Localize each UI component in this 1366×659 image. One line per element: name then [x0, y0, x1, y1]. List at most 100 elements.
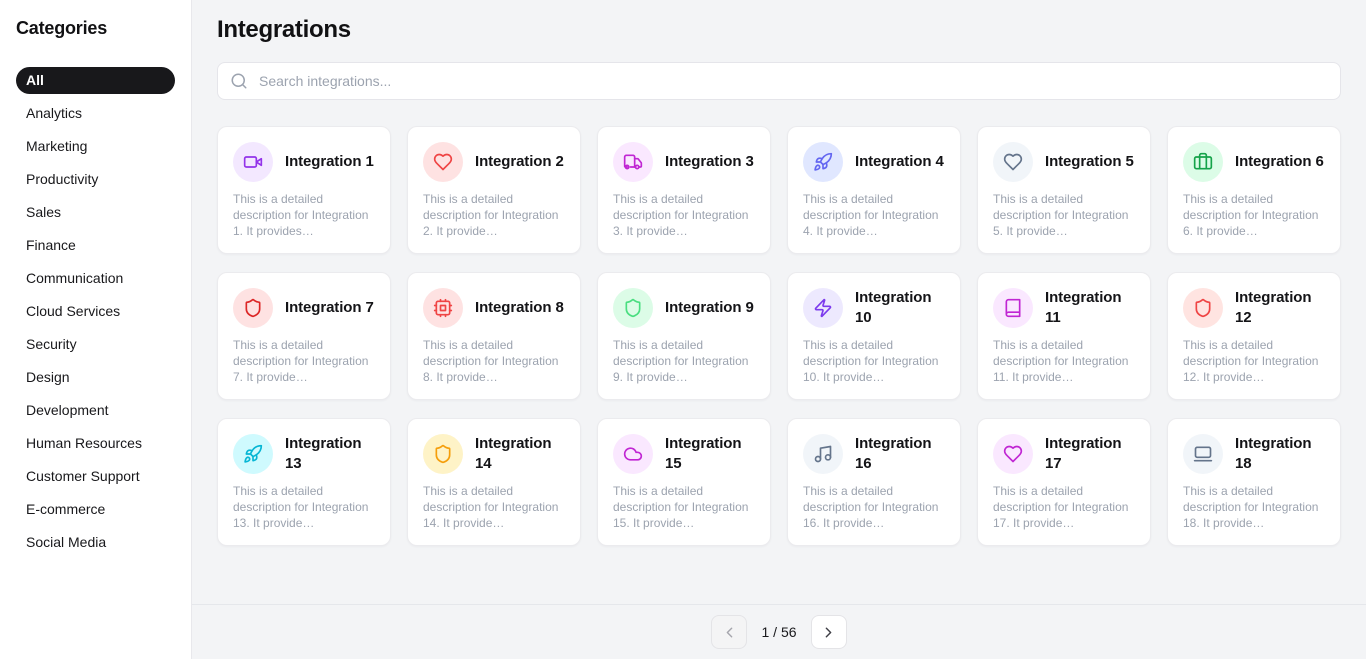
- shield-icon: [233, 288, 273, 328]
- integration-card[interactable]: Integration 4This is a detailed descript…: [787, 126, 961, 254]
- sidebar-item-finance[interactable]: Finance: [16, 232, 175, 259]
- chevron-left-icon: [721, 624, 738, 641]
- sidebar-item-marketing[interactable]: Marketing: [16, 133, 175, 160]
- integration-card[interactable]: Integration 10 This is a detailed descrip…: [787, 272, 961, 400]
- integration-description: This is a detailed description for Integ…: [993, 191, 1135, 239]
- integration-card[interactable]: Integration 11 This is a detailed descrip…: [977, 272, 1151, 400]
- category-list: All Analytics Marketing Productivity Sales Fi…: [16, 67, 175, 556]
- cpu-icon: [423, 288, 463, 328]
- truck-icon: [613, 142, 653, 182]
- pagination: 1 / 56: [192, 604, 1366, 659]
- integration-title: Integration 1: [285, 152, 374, 172]
- integration-title: Integration 11: [1045, 288, 1135, 328]
- sidebar-item-e-commerce[interactable]: E-commerce: [16, 496, 175, 523]
- card-header: Integration 15: [613, 434, 755, 474]
- integration-title: Integration 12: [1235, 288, 1325, 328]
- integration-title: Integration 10: [855, 288, 945, 328]
- search-icon: [230, 72, 248, 90]
- previous-page-button[interactable]: [711, 615, 747, 649]
- card-header: Integration 1: [233, 142, 375, 182]
- integration-card[interactable]: Integration 9This is a detailed descript…: [597, 272, 771, 400]
- rocket-icon: [803, 142, 843, 182]
- card-header: Integration 16: [803, 434, 945, 474]
- integration-card[interactable]: Integration 3 This is a detailed descript…: [597, 126, 771, 254]
- integration-description: This is a detailed description for Integ…: [233, 483, 375, 531]
- integration-description: This is a detailed description for Integ…: [803, 483, 945, 531]
- integration-card[interactable]: Integration 1This is a detailed descript…: [217, 126, 391, 254]
- integration-description: This is a detailed description for Integ…: [423, 191, 565, 239]
- main-content: Integrations Integration 1This is a deta…: [192, 0, 1366, 659]
- card-header: Integration 8: [423, 288, 565, 328]
- sidebar-item-social-media[interactable]: Social Media: [16, 529, 175, 556]
- integration-description: This is a detailed description for Integ…: [1183, 483, 1325, 531]
- card-header: Integration 2: [423, 142, 565, 182]
- chevron-right-icon: [820, 624, 837, 641]
- integration-title: Integration 3: [665, 152, 754, 172]
- integration-card[interactable]: Integration 7 This is a detailed descript…: [217, 272, 391, 400]
- app-window: Categories AllAnalyticsMarketingProducti…: [0, 0, 1366, 659]
- card-header: Integration 7: [233, 288, 375, 328]
- sidebar-item-sales[interactable]: Sales: [16, 199, 175, 226]
- music-icon: [803, 434, 843, 474]
- card-header: Integration 10: [803, 288, 945, 328]
- sidebar-item-security[interactable]: Security: [16, 331, 175, 358]
- card-header: Integration 18: [1183, 434, 1325, 474]
- integration-description: This is a detailed description for Integ…: [613, 483, 755, 531]
- page-title: Integrations: [217, 16, 1341, 44]
- card-header: Integration 4: [803, 142, 945, 182]
- integration-card[interactable]: Integration 6 This is a detailed descript…: [1167, 126, 1341, 254]
- integration-description: This is a detailed description for Integ…: [803, 337, 945, 385]
- integration-card[interactable]: Integration 2 This is a detailed descript…: [407, 126, 581, 254]
- card-header: Integration 11: [993, 288, 1135, 328]
- integration-card[interactable]: Integration 17 This is a detailed descrip…: [977, 418, 1151, 546]
- integration-card[interactable]: Integration 12 This is a detailed descrip…: [1167, 272, 1341, 400]
- integration-description: This is a detailed description for Integ…: [423, 337, 565, 385]
- integration-description: This is a detailed description for Integ…: [1183, 191, 1325, 239]
- integration-description: This is a detailed description for Integ…: [993, 483, 1135, 531]
- integration-card[interactable]: Integration 13 This is a detailed descrip…: [217, 418, 391, 546]
- integration-description: This is a detailed description for Integ…: [993, 337, 1135, 385]
- integration-card[interactable]: Integration 18 This is a detailed descrip…: [1167, 418, 1341, 546]
- sidebar-item-design[interactable]: Design: [16, 364, 175, 391]
- integration-card[interactable]: Integration 8 This is a detailed descript…: [407, 272, 581, 400]
- sidebar-item-human-resources[interactable]: Human Resources: [16, 430, 175, 457]
- integration-description: This is a detailed description for Integ…: [1183, 337, 1325, 385]
- integration-title: Integration 6: [1235, 152, 1324, 172]
- card-header: Integration 13: [233, 434, 375, 474]
- sidebar-item-productivity[interactable]: Productivity: [16, 166, 175, 193]
- heart-icon: [993, 434, 1033, 474]
- integration-card[interactable]: Integration 5 This is a detailed descript…: [977, 126, 1151, 254]
- shield-icon: [1183, 288, 1223, 328]
- integration-description: This is a detailed description for Integ…: [423, 483, 565, 531]
- heart-icon: [993, 142, 1033, 182]
- integration-title: Integration 14: [475, 434, 565, 474]
- integration-card[interactable]: Integration 14 This is a detailed descrip…: [407, 418, 581, 546]
- sidebar-item-analytics[interactable]: Analytics: [16, 100, 175, 127]
- next-page-button[interactable]: [811, 615, 847, 649]
- shield-icon: [423, 434, 463, 474]
- card-header: Integration 12: [1183, 288, 1325, 328]
- integration-description: This is a detailed description for Integ…: [233, 337, 375, 385]
- sidebar-item-cloud-services[interactable]: Cloud Services: [16, 298, 175, 325]
- sidebar-item-development[interactable]: Development: [16, 397, 175, 424]
- heart-icon: [423, 142, 463, 182]
- sidebar-item-all[interactable]: All: [16, 67, 175, 94]
- integration-card[interactable]: Integration 15 This is a detailed descrip…: [597, 418, 771, 546]
- integration-description: This is a detailed description for Integ…: [613, 191, 755, 239]
- sidebar-item-customer-support[interactable]: Customer Support: [16, 463, 175, 490]
- card-header: Integration 3: [613, 142, 755, 182]
- rocket-icon: [233, 434, 273, 474]
- integration-title: Integration 2: [475, 152, 564, 172]
- laptop-icon: [1183, 434, 1223, 474]
- card-header: Integration 14: [423, 434, 565, 474]
- cloud-icon: [613, 434, 653, 474]
- book-icon: [993, 288, 1033, 328]
- card-header: Integration 6: [1183, 142, 1325, 182]
- sidebar-item-communication[interactable]: Communication: [16, 265, 175, 292]
- integration-card[interactable]: Integration 16 This is a detailed descrip…: [787, 418, 961, 546]
- card-header: Integration 9: [613, 288, 755, 328]
- integration-title: Integration 5: [1045, 152, 1134, 172]
- search-input[interactable]: [257, 72, 1328, 90]
- card-header: Integration 17: [993, 434, 1135, 474]
- integration-title: Integration 4: [855, 152, 944, 172]
